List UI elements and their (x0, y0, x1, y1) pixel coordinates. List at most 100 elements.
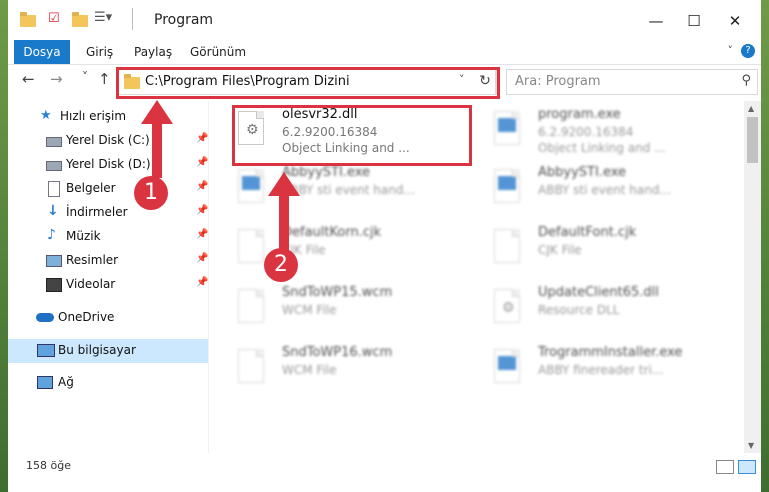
file-type: CJK File (538, 243, 582, 257)
close-button[interactable]: ✕ (715, 8, 755, 34)
file-icon (238, 349, 268, 387)
sidebar-item-label: Videolar (66, 277, 116, 291)
sidebar-item-disk-d[interactable]: Yerel Disk (D:) 📌 (8, 153, 208, 177)
file-name: DefaultFont.cjk (538, 225, 637, 240)
desktop-right-edge (761, 0, 769, 492)
sidebar-item-label: OneDrive (58, 310, 115, 324)
large-icons-view-icon[interactable] (738, 460, 756, 474)
explorer-window: ☑ ☰▾ Program — ☐ ✕ Dosya Giriş Paylaş Gö… (0, 0, 769, 492)
file-icon (238, 289, 268, 327)
file-item[interactable]: DefaultKorn.cjk CJK File (210, 223, 460, 279)
pin-icon[interactable]: 📌 (196, 157, 208, 168)
file-description: ABBY sti event hand... (282, 183, 415, 197)
sidebar-item-music[interactable]: ♪ Müzik 📌 (8, 225, 208, 249)
file-item[interactable]: AbbyySTI.exe ABBY sti event hand... (210, 163, 460, 219)
cloud-icon (36, 313, 54, 322)
sidebar-item-this-pc[interactable]: Bu bilgisayar (8, 339, 208, 363)
music-icon: ♪ (47, 227, 56, 243)
title-divider (132, 8, 133, 30)
pin-icon[interactable]: 📌 (196, 253, 208, 264)
sidebar-item-network[interactable]: Ağ (8, 371, 208, 395)
pane-divider[interactable] (208, 101, 209, 453)
drive-icon (46, 137, 62, 147)
sidebar-item-quick-access[interactable]: ★ Hızlı erişim (8, 105, 208, 129)
search-box[interactable]: Ara: Program ⚲ (506, 69, 758, 95)
pin-icon[interactable]: 📌 (196, 229, 208, 240)
file-name: program.exe (538, 107, 621, 122)
scroll-thumb[interactable] (747, 117, 758, 163)
sidebar-item-onedrive[interactable]: OneDrive (8, 306, 208, 330)
arrow-1-head (141, 100, 173, 124)
computer-icon (37, 344, 55, 357)
file-item[interactable]: TrogrammInstaller.exe ABBY finereader tr… (466, 343, 716, 399)
sidebar-item-pictures[interactable]: Resimler 📌 (8, 249, 208, 273)
file-item[interactable]: SndToWP15.wcm WCM File (210, 283, 460, 339)
scroll-down-arrow-icon[interactable]: ▼ (748, 441, 754, 450)
scroll-up-arrow-icon[interactable]: ▲ (748, 104, 754, 113)
title-bar: ☑ ☰▾ Program — ☐ ✕ (8, 0, 761, 40)
file-highlight (232, 105, 472, 166)
search-icon[interactable]: ⚲ (741, 73, 751, 88)
step-marker-2: 2 (264, 248, 298, 282)
tab-view[interactable]: Görünüm (190, 40, 246, 64)
file-item[interactable]: program.exe 6.2.9200.16384 Object Linkin… (466, 105, 716, 161)
file-item[interactable]: SndToWP16.wcm WCM File (210, 343, 460, 399)
item-count: 158 öğe (26, 459, 71, 472)
back-button[interactable]: ← (22, 70, 35, 88)
file-version: 6.2.9200.16384 (538, 125, 634, 139)
vertical-scrollbar[interactable]: ▲ ▼ (744, 101, 761, 453)
sidebar-item-downloads[interactable]: ↓ İndirmeler 📌 (8, 201, 208, 225)
up-button[interactable]: ↑ (98, 70, 111, 88)
sidebar-item-disk-c[interactable]: Yerel Disk (C:) 📌 (8, 129, 208, 153)
sidebar-item-label: İndirmeler (66, 205, 128, 219)
file-item[interactable]: DefaultFont.cjk CJK File (466, 223, 716, 279)
forward-button[interactable]: → (50, 70, 63, 88)
tab-file[interactable]: Dosya (14, 40, 70, 64)
exe-icon (494, 111, 524, 149)
arrow-2-head (268, 172, 300, 196)
sidebar-item-label: Bu bilgisayar (58, 343, 136, 357)
file-item[interactable]: ⚙ UpdateClient65.dll Resource DLL (466, 283, 716, 339)
arrow-1-shaft (152, 122, 162, 178)
step-marker-1: 1 (134, 176, 168, 210)
address-bar-highlight (116, 67, 500, 99)
sidebar-item-documents[interactable]: Belgeler 📌 (8, 177, 208, 201)
file-type: WCM File (282, 363, 337, 377)
tab-share[interactable]: Paylaş (134, 40, 172, 64)
minimize-button[interactable]: — (636, 8, 676, 34)
sidebar-item-videos[interactable]: Videolar 📌 (8, 273, 208, 297)
file-name: SndToWP15.wcm (282, 285, 393, 300)
ribbon-tabs: Dosya Giriş Paylaş Görünüm ˅ ? (8, 40, 761, 65)
pin-icon[interactable]: 📌 (196, 133, 208, 144)
sidebar-item-label: Yerel Disk (C:) (66, 133, 150, 147)
tab-home[interactable]: Giriş (86, 40, 113, 64)
customize-icon[interactable]: ☰▾ (94, 10, 112, 26)
details-view-icon[interactable] (716, 460, 734, 474)
search-input[interactable]: Ara: Program (515, 74, 601, 89)
properties-icon[interactable]: ☑ (48, 11, 64, 27)
file-name: UpdateClient65.dll (538, 285, 659, 300)
sidebar-item-label: Hızlı erişim (60, 109, 127, 123)
file-name: SndToWP16.wcm (282, 345, 393, 360)
pin-icon[interactable]: 📌 (196, 277, 208, 288)
pin-icon[interactable]: 📌 (196, 205, 208, 216)
documents-icon (48, 181, 60, 197)
file-name: DefaultKorn.cjk (282, 225, 382, 240)
window-title: Program (154, 12, 214, 28)
sidebar-item-label: Resimler (66, 253, 119, 267)
status-bar: 158 öğe (8, 455, 761, 477)
file-item[interactable]: AbbyySTI.exe ABBY sti event hand... (466, 163, 716, 219)
drive-icon (46, 161, 62, 171)
pin-icon[interactable]: 📌 (196, 181, 208, 192)
sidebar-item-label: Ağ (58, 375, 74, 389)
file-name: AbbyySTI.exe (538, 165, 627, 180)
help-icon[interactable]: ? (741, 44, 755, 58)
chevron-down-icon[interactable]: ˅ (728, 44, 734, 57)
recent-locations-button[interactable]: ˅ (82, 70, 88, 84)
file-icon (494, 229, 524, 267)
file-type: Resource DLL (538, 303, 620, 317)
download-icon: ↓ (47, 203, 59, 219)
maximize-button[interactable]: ☐ (674, 8, 714, 34)
pictures-icon (46, 255, 62, 267)
new-folder-icon[interactable] (72, 12, 88, 28)
